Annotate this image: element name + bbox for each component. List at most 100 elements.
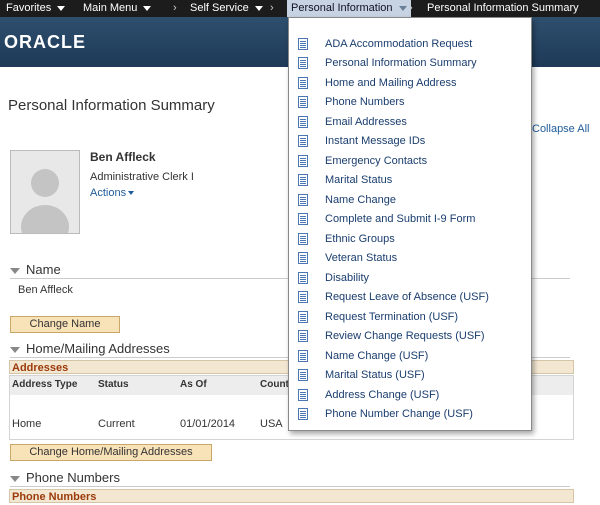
- document-icon: [298, 311, 308, 323]
- nav-self-service-label: Self Service: [190, 2, 249, 14]
- nav-personal-information-label: Personal Information: [291, 2, 393, 14]
- collapse-triangle-icon: [10, 346, 20, 353]
- column-header-address-type: Address Type: [12, 379, 78, 390]
- menu-item-name-change[interactable]: Name Change: [289, 192, 531, 211]
- document-icon: [298, 389, 308, 401]
- menu-item-request-termination[interactable]: Request Termination (USF): [289, 309, 531, 328]
- document-icon: [298, 96, 308, 108]
- document-icon: [298, 408, 308, 420]
- menu-item-label: Complete and Submit I-9 Form: [325, 213, 476, 225]
- menu-item-email-addresses[interactable]: Email Addresses: [289, 114, 531, 133]
- menu-item-label: Ethnic Groups: [325, 233, 395, 245]
- section-name-header[interactable]: Name: [10, 262, 61, 277]
- collapse-all-link[interactable]: Collapse All: [532, 123, 589, 135]
- menu-item-label: Home and Mailing Address: [325, 77, 457, 89]
- document-icon: [298, 350, 308, 362]
- menu-item-home-and-mailing-address[interactable]: Home and Mailing Address: [289, 75, 531, 94]
- nav-main-menu-label: Main Menu: [83, 2, 138, 14]
- chevron-down-icon: [254, 5, 263, 11]
- menu-item-phone-number-change-usf[interactable]: Phone Number Change (USF): [289, 406, 531, 425]
- menu-item-label: Email Addresses: [325, 116, 407, 128]
- employee-title: Administrative Clerk I: [90, 171, 194, 183]
- cell-address-type: Home: [12, 418, 42, 430]
- document-icon: [298, 116, 308, 128]
- actions-menu[interactable]: Actions: [90, 187, 135, 199]
- section-addresses-header[interactable]: Home/Mailing Addresses: [10, 341, 170, 356]
- nav-summary-label: Personal Information Summary: [427, 2, 579, 14]
- document-icon: [298, 369, 308, 381]
- divider: [10, 486, 570, 487]
- section-addresses-label: Home/Mailing Addresses: [26, 341, 170, 356]
- document-icon: [298, 213, 308, 225]
- cell-country: USA: [260, 418, 283, 430]
- change-name-button[interactable]: Change Name: [10, 316, 120, 333]
- menu-item-emergency-contacts[interactable]: Emergency Contacts: [289, 153, 531, 172]
- chevron-down-icon: [398, 5, 407, 11]
- menu-item-i9-form[interactable]: Complete and Submit I-9 Form: [289, 211, 531, 230]
- section-phones-header[interactable]: Phone Numbers: [10, 470, 120, 485]
- column-header-as-of: As Of: [180, 379, 207, 390]
- menu-item-label: Name Change: [325, 194, 396, 206]
- nav-personal-information-summary[interactable]: Personal Information Summary: [427, 0, 579, 17]
- document-icon: [298, 174, 308, 186]
- document-icon: [298, 77, 308, 89]
- column-header-status: Status: [98, 379, 129, 390]
- menu-item-label: Phone Number Change (USF): [325, 408, 473, 420]
- name-value: Ben Affleck: [18, 284, 73, 296]
- personal-information-dropdown: ADA Accommodation Request Personal Infor…: [288, 17, 532, 431]
- menu-item-label: Instant Message IDs: [325, 135, 426, 147]
- breadcrumb-separator-icon: ›: [409, 2, 413, 14]
- menu-item-ethnic-groups[interactable]: Ethnic Groups: [289, 231, 531, 250]
- document-icon: [298, 291, 308, 303]
- change-addresses-button[interactable]: Change Home/Mailing Addresses: [10, 444, 212, 461]
- menu-item-label: Review Change Requests (USF): [325, 330, 485, 342]
- document-icon: [298, 57, 308, 69]
- menu-item-label: Emergency Contacts: [325, 155, 428, 167]
- document-icon: [298, 135, 308, 147]
- menu-item-label: Veteran Status: [325, 252, 398, 264]
- document-icon: [298, 38, 308, 50]
- menu-item-label: ADA Accommodation Request: [325, 38, 473, 50]
- menu-item-review-change-requests[interactable]: Review Change Requests (USF): [289, 328, 531, 347]
- avatar: [10, 150, 80, 234]
- menu-item-instant-message-ids[interactable]: Instant Message IDs: [289, 133, 531, 152]
- menu-item-label: Request Termination (USF): [325, 311, 459, 323]
- section-name-label: Name: [26, 262, 61, 277]
- menu-item-marital-status[interactable]: Marital Status: [289, 172, 531, 191]
- cell-status: Current: [98, 418, 135, 430]
- menu-item-disability[interactable]: Disability: [289, 270, 531, 289]
- nav-favorites-label: Favorites: [6, 2, 52, 14]
- employee-name: Ben Affleck: [90, 150, 156, 164]
- menu-item-marital-status-usf[interactable]: Marital Status (USF): [289, 367, 531, 386]
- menu-item-name-change-usf[interactable]: Name Change (USF): [289, 348, 531, 367]
- collapse-triangle-icon: [10, 475, 20, 482]
- phones-grid-title: Phone Numbers: [9, 489, 574, 503]
- chevron-down-icon: [57, 5, 66, 11]
- menu-item-label: Phone Numbers: [325, 96, 405, 108]
- chevron-down-icon: [143, 5, 152, 11]
- menu-item-phone-numbers[interactable]: Phone Numbers: [289, 94, 531, 113]
- person-silhouette-icon: [21, 169, 69, 233]
- breadcrumb-separator-icon: ›: [173, 2, 177, 14]
- menu-item-label: Request Leave of Absence (USF): [325, 291, 489, 303]
- nav-self-service[interactable]: Self Service: [190, 0, 263, 17]
- menu-item-label: Address Change (USF): [325, 389, 440, 401]
- nav-favorites[interactable]: Favorites: [6, 0, 66, 17]
- document-icon: [298, 194, 308, 206]
- menu-item-address-change-usf[interactable]: Address Change (USF): [289, 387, 531, 406]
- actions-label: Actions: [90, 187, 127, 199]
- menu-item-label: Disability: [325, 272, 370, 284]
- document-icon: [298, 330, 308, 342]
- document-icon: [298, 272, 308, 284]
- document-icon: [298, 233, 308, 245]
- menu-item-personal-information-summary[interactable]: Personal Information Summary: [289, 55, 531, 74]
- menu-item-label: Name Change (USF): [325, 350, 429, 362]
- nav-personal-information[interactable]: Personal Information: [287, 0, 411, 17]
- menu-item-ada-accommodation-request[interactable]: ADA Accommodation Request: [289, 36, 531, 55]
- nav-main-menu[interactable]: Main Menu: [83, 0, 152, 17]
- column-header-country: Country: [260, 379, 288, 390]
- menu-item-request-leave-of-absence[interactable]: Request Leave of Absence (USF): [289, 289, 531, 308]
- menu-item-veteran-status[interactable]: Veteran Status: [289, 250, 531, 269]
- page-title: Personal Information Summary: [8, 97, 215, 114]
- section-phones-label: Phone Numbers: [26, 470, 120, 485]
